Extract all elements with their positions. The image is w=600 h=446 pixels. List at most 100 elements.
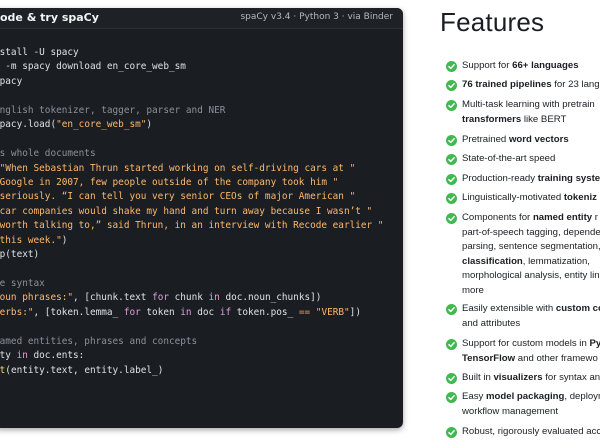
feature-highlight: model packaging (486, 391, 565, 402)
code-token: ss whole documents (0, 148, 96, 160)
code-line: ss whole documents (0, 147, 383, 161)
feature-item: Linguistically-motivated tokeniz (446, 191, 600, 206)
feature-text: Production-ready training syste (462, 172, 600, 187)
feature-text: Support for custom models in Py TensorFl… (462, 337, 600, 366)
features-heading: Features (440, 7, 545, 37)
code-line: ("When Sebastian Thrun started working o… (0, 162, 383, 176)
code-line: nstall -U spacy (0, 46, 383, 60)
code-token: Noun phrases:" (0, 292, 74, 304)
feature-highlight: Py (589, 338, 600, 349)
feature-item: Built in visualizers for syntax and (446, 371, 600, 386)
code-token: "seriously. “I can tell you very senior … (0, 191, 356, 203)
feature-text-segment: Pretrained (462, 134, 509, 145)
check-circle-icon (446, 304, 457, 315)
check-circle-icon (446, 174, 457, 185)
code-token: ity (0, 350, 11, 362)
code-token: "worth talking to,” said Thrun, in an in… (0, 220, 384, 232)
feature-text: Built in visualizers for syntax and (462, 371, 600, 386)
code-token: token (140, 306, 181, 318)
feature-text-segment: for 23 lang (551, 79, 600, 90)
code-token: spacy (0, 75, 23, 87)
check-circle-icon (446, 427, 457, 438)
code-line: "seriously. “I can tell you very senior … (0, 190, 383, 204)
code-token: ) (146, 119, 153, 131)
feature-text-segment: Built in (462, 372, 494, 383)
feature-text-segment: Support for custom models in (462, 338, 590, 349)
code-token: spacy.load( (0, 119, 57, 131)
feature-item: Support for custom models in Py TensorFl… (446, 337, 600, 366)
code-token: doc.ents: (27, 350, 85, 362)
feature-item: Components for named entity r part-of-sp… (446, 211, 600, 298)
feature-text-segment: State-of-the-art speed (462, 153, 556, 164)
feature-highlight: 66+ languages (512, 60, 579, 71)
feature-text-segment: Support for (462, 60, 513, 71)
feature-text: Easy model packaging, deploym workflow m… (462, 390, 600, 419)
code-editor-meta: spaCy v3.4 · Python 3 · via Binder (240, 12, 393, 22)
feature-item: Pretrained word vectors (446, 133, 600, 148)
code-token: , [chunk.text (73, 292, 153, 304)
feature-text-segment: Production-ready (462, 173, 538, 184)
feature-item: Production-ready training syste (446, 172, 600, 187)
code-token: "en_core_web_sm" (56, 119, 147, 131)
feature-item: Easily extensible with custom co and att… (446, 302, 600, 331)
code-line: spacy (0, 75, 383, 89)
code-line: "worth talking to,” said Thrun, in an in… (0, 219, 383, 233)
code-token: English tokenizer, tagger, parser and NE… (0, 104, 226, 116)
feature-item: Multi-task learning with pretrain transf… (446, 98, 600, 127)
code-line: "car companies would shake my hand and t… (0, 205, 383, 219)
feature-highlight: training syste (537, 173, 600, 184)
code-line: spacy.load("en_core_web_sm") (0, 118, 383, 132)
feature-highlight: TensorFlow (462, 352, 516, 364)
feature-text-segment: Easily extensible with (462, 303, 556, 314)
code-token: ]) (349, 306, 361, 318)
feature-item: Support for 66+ languages (446, 59, 600, 74)
code-token: n -m spacy download en_core_web_sm (0, 61, 186, 73)
check-circle-icon (446, 154, 457, 165)
feature-text: Pretrained word vectors (462, 133, 600, 148)
code-editor-body[interactable]: nstall -U spacy n -m spacy download en_co… (0, 46, 383, 378)
feature-text-segment: and attributes (462, 317, 521, 329)
feature-text-segment: and other framewo (515, 352, 598, 364)
code-line: "this week.") (0, 234, 383, 248)
code-token: "VERB" (315, 306, 350, 318)
check-circle-icon (446, 373, 457, 384)
code-token: ze syntax (0, 278, 45, 289)
feature-highlight: word vectors (508, 134, 569, 145)
code-token: "this week." (0, 234, 62, 246)
code-token: doc.noun_chunks]) (219, 292, 322, 304)
feature-text: 76 trained pipelines for 23 lang (462, 78, 600, 93)
feature-item: 76 trained pipelines for 23 lang (446, 78, 600, 93)
check-circle-icon (446, 392, 457, 403)
feature-highlight: classification (462, 255, 523, 267)
code-token: nstall -U spacy (0, 47, 79, 58)
code-line: Noun phrases:", [chunk.text for chunk in… (0, 291, 383, 305)
code-line: nt(entity.text, entity.label_) (0, 364, 383, 378)
feature-text-segment: Easy (462, 391, 486, 402)
check-circle-icon (446, 135, 457, 146)
feature-text-segment: Robust, rigorously evaluated acc (462, 426, 600, 437)
check-circle-icon (446, 61, 457, 72)
code-token: (entity.text, entity.label_) (5, 364, 164, 376)
code-token: ) (61, 234, 68, 246)
check-circle-icon (446, 213, 457, 224)
feature-item: State-of-the-art speed (446, 152, 600, 167)
code-token: chunk (169, 292, 209, 304)
code-line: English tokenizer, tagger, parser and NE… (0, 104, 383, 118)
code-token: if (219, 306, 232, 318)
code-token: for (152, 292, 169, 304)
code-token: "Google in 2007, few people outside of t… (0, 176, 339, 188)
code-token: in (16, 350, 28, 362)
code-token: lp(text) (0, 249, 40, 261)
code-token: doc (191, 306, 220, 318)
feature-highlight: tokeniz (563, 192, 597, 203)
feature-text: Linguistically-motivated tokeniz (462, 191, 600, 206)
feature-text: State-of-the-art speed (462, 152, 600, 167)
feature-item: Easy model packaging, deploym workflow m… (446, 390, 600, 419)
code-line: n -m spacy download en_core_web_sm (0, 60, 383, 74)
code-token: Verbs:" (0, 306, 34, 318)
feature-item: Robust, rigorously evaluated acc (446, 425, 600, 440)
